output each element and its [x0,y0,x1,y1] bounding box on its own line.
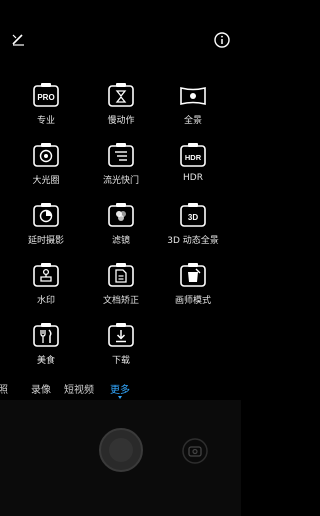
food-icon [33,323,59,347]
mode-artist[interactable]: 画师模式 [165,261,221,306]
mode-label: 下载 [111,356,130,366]
shutter-button[interactable] [99,428,143,472]
mode-label: 流光快门 [102,176,139,186]
mode-label: 全景 [183,116,202,126]
panorama-icon [180,86,206,106]
light-painting-icon [108,143,134,167]
shutter-inner [109,438,133,462]
mode-time-lapse[interactable]: 延时摄影 [18,201,74,246]
mode-pro[interactable]: PRO 专业 [18,81,74,126]
3d-panorama-icon: 3D [180,203,206,227]
hdr-icon: HDR [180,143,206,167]
mode-food[interactable]: 美食 [18,321,74,366]
mode-label: 滤镜 [111,236,130,246]
artist-mode-icon [180,263,206,287]
aperture-icon [33,143,59,167]
switch-camera-icon[interactable] [181,437,209,465]
tab-video[interactable]: 录像 [31,381,51,396]
mode-3d-panorama[interactable]: 3D 3D 动态全景 [165,201,221,246]
download-icon [108,323,134,347]
mode-label: 3D 动态全景 [167,236,219,246]
mode-document-correction[interactable]: 文档矫正 [93,261,149,306]
time-lapse-icon [33,203,59,227]
tab-photo[interactable]: 拍照 [0,381,8,396]
mode-download[interactable]: 下载 [93,321,149,366]
tab-short-video[interactable]: 短视频 [64,381,94,396]
tab-more[interactable]: 更多 [110,381,130,396]
mode-label: 专业 [36,116,55,126]
watermark-icon [33,263,59,287]
mode-label: 水印 [36,296,55,306]
pro-icon: PRO [33,83,59,107]
filter-icon [108,203,134,227]
document-correction-icon [108,263,134,287]
mode-label: 慢动作 [107,116,135,126]
mode-label: 延时摄影 [27,236,64,246]
edit-icon[interactable] [8,29,28,49]
mode-label: 美食 [36,356,55,366]
svg-text:HDR: HDR [185,153,202,162]
svg-text:PRO: PRO [37,93,54,102]
info-icon[interactable] [212,30,232,50]
mode-filter[interactable]: 滤镜 [93,201,149,246]
mode-light-painting[interactable]: 流光快门 [93,141,149,186]
mode-label: 画师模式 [174,296,211,306]
slow-motion-icon [108,83,134,107]
mode-slow-motion[interactable]: 慢动作 [93,81,149,126]
mode-hdr[interactable]: HDR HDR [165,141,221,183]
active-tab-indicator [118,396,122,399]
mode-watermark[interactable]: 水印 [18,261,74,306]
mode-aperture[interactable]: 大光圈 [18,141,74,186]
svg-text:3D: 3D [188,213,198,222]
mode-label: 大光圈 [32,176,60,186]
mode-panorama[interactable]: 全景 [165,81,221,126]
mode-label: 文档矫正 [102,296,139,306]
mode-label: HDR [183,173,203,183]
